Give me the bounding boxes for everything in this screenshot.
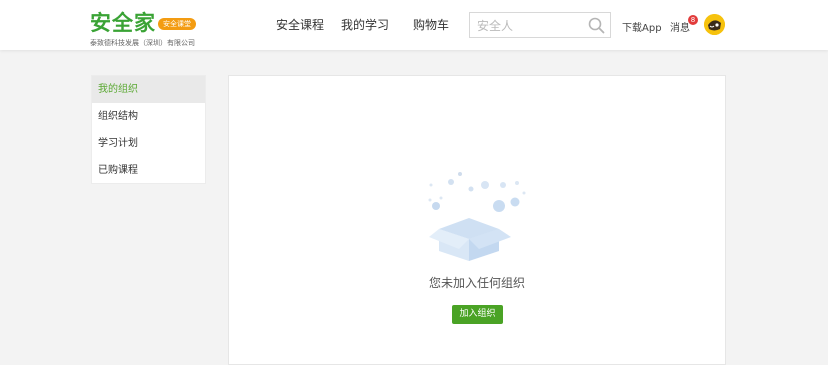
logo-tag: 安全课堂	[158, 18, 196, 30]
sidebar-item-my-organization[interactable]: 我的组织	[92, 76, 205, 103]
sidebar-item-org-structure[interactable]: 组织结构	[92, 103, 205, 130]
search-icon[interactable]	[588, 17, 605, 34]
main-content-panel: 您未加入任何组织 加入组织	[228, 75, 726, 365]
nav-my-learning[interactable]: 我的学习	[341, 16, 389, 33]
company-name: 泰致德科技发展（深圳）有限公司	[90, 39, 195, 47]
messages-count-badge: 8	[688, 15, 698, 25]
nav-courses[interactable]: 安全课程	[276, 16, 324, 33]
empty-state-message: 您未加入任何组织	[428, 276, 525, 290]
top-header: 安全家安全课堂 泰致德科技发展（深圳）有限公司 安全课程 我的学习 购物车 下载…	[0, 0, 828, 50]
site-logo[interactable]: 安全家 安全课堂 泰致德科技发展（深圳）有限公司	[90, 11, 196, 47]
user-avatar[interactable]	[704, 14, 725, 35]
download-app-link[interactable]: 下载App	[622, 19, 662, 34]
nav-cart[interactable]: 购物车	[413, 16, 449, 33]
sidebar-item-purchased-courses[interactable]: 已购课程	[92, 157, 205, 184]
logo-text: 安全家	[90, 11, 156, 35]
sidebar-item-study-plan[interactable]: 学习计划	[92, 130, 205, 157]
avatar-face-icon	[704, 14, 725, 35]
messages-link[interactable]: 消息	[670, 19, 690, 34]
search-input[interactable]	[470, 13, 589, 39]
sidebar-menu: 我的组织 组织结构 学习计划 已购课程	[91, 75, 206, 184]
search-box	[469, 12, 611, 39]
empty-box-icon	[428, 172, 526, 261]
join-organization-button[interactable]: 加入组织	[452, 305, 503, 324]
